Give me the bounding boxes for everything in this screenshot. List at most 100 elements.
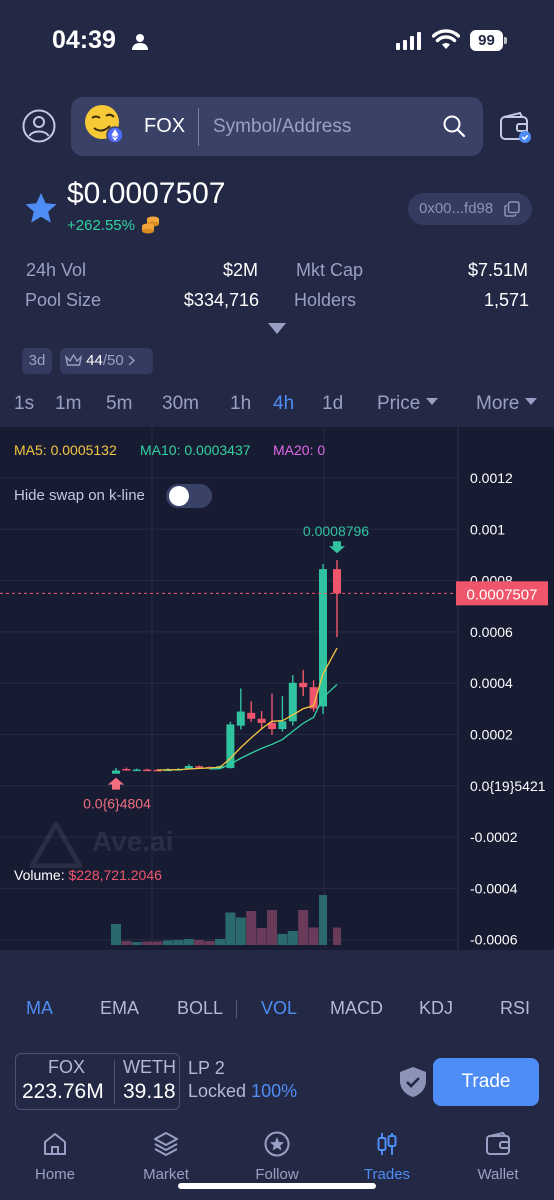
volume-bar (204, 941, 215, 945)
ma10-legend: MA10: 0.0003437 (140, 442, 251, 458)
indicator-ma[interactable]: MA (26, 998, 53, 1019)
candles-icon (377, 1133, 397, 1155)
volume-bar (333, 927, 341, 945)
wifi-icon (432, 29, 460, 49)
score-max: /50 (102, 352, 124, 369)
search-input[interactable] (213, 114, 433, 140)
token-avatar-icon[interactable] (84, 104, 124, 144)
timeframe-30m[interactable]: 30m (162, 393, 199, 415)
ave-logo-icon (30, 822, 82, 868)
volume-bar (256, 928, 267, 945)
price-change: +262.55% (67, 217, 135, 234)
score-chip[interactable]: 44/50 (60, 348, 153, 374)
price-dropdown[interactable]: Price (377, 393, 438, 415)
candle-body (236, 711, 245, 726)
y-tick-label: 0.0002 (470, 727, 513, 743)
tab-wallet-label: Wallet (477, 1166, 519, 1183)
timeframe-1s[interactable]: 1s (14, 393, 34, 415)
ma5-value: 0.0005132 (50, 442, 117, 458)
tab-home[interactable]: Home (5, 1130, 105, 1183)
volume-bar (215, 939, 225, 945)
current-price-label: 0.0007507 (467, 586, 538, 603)
volume-bar (194, 940, 205, 945)
hide-swap-toggle[interactable] (166, 484, 212, 508)
tab-wallet[interactable]: Wallet (448, 1130, 548, 1183)
volume-value: $228,721.2046 (68, 867, 162, 883)
volume-bar (235, 917, 246, 945)
volume-bar (225, 912, 236, 945)
token-symbol[interactable]: FOX (144, 115, 185, 138)
stat-holders-value: 1,571 (483, 290, 529, 310)
stat-vol-value: $2M (222, 260, 258, 280)
volume-bar (267, 910, 277, 945)
chevron-down-icon[interactable] (268, 323, 286, 335)
pool-amount-1: 223.76M (22, 1080, 104, 1103)
candle-body (299, 682, 308, 688)
more-dropdown[interactable]: More (476, 393, 537, 415)
volume-bar (246, 911, 257, 945)
low-arrow-icon (108, 777, 124, 790)
copy-icon[interactable] (504, 201, 520, 217)
candle-body (112, 770, 120, 774)
pool-symbol-1: FOX (48, 1057, 86, 1077)
candle-body (122, 769, 131, 771)
age-chip[interactable]: 3d (22, 348, 52, 374)
timeframe-1d[interactable]: 1d (322, 393, 343, 415)
indicator-kdj[interactable]: KDJ (419, 998, 453, 1019)
contract-address-button[interactable]: 0x00...fd98 (408, 193, 532, 225)
ma20-label: MA20: (273, 442, 314, 458)
caret-down-icon (425, 398, 438, 405)
stat-pool-value: $334,716 (183, 290, 259, 310)
tab-trades[interactable]: Trades (337, 1130, 437, 1183)
token-price: $0.0007507 (67, 177, 226, 210)
y-tick-label: 0.0006 (470, 624, 513, 640)
home-icon (44, 1133, 66, 1155)
high-label: 0.0008796 (303, 523, 369, 539)
volume-bar (319, 895, 327, 945)
coins-icon (142, 216, 159, 234)
indicator-macd[interactable]: MACD (330, 998, 383, 1019)
pool-reserves: FOX 223.76M WETH 39.18 (15, 1053, 180, 1110)
candle-body (132, 769, 141, 772)
status-time: 04:39 (52, 26, 116, 54)
ma20-legend: MA20: 0 (273, 442, 325, 458)
lp-locked-label: Locked (188, 1081, 247, 1101)
indicator-ema[interactable]: EMA (100, 998, 139, 1019)
contract-address: 0x00...fd98 (419, 200, 494, 217)
stat-mcap-value: $7.51M (467, 260, 528, 280)
timeframe-5m[interactable]: 5m (106, 393, 132, 415)
indicator-vol[interactable]: VOL (261, 998, 297, 1019)
ma5-line (157, 647, 338, 771)
timeframe-1h[interactable]: 1h (230, 393, 251, 415)
candle-body (257, 718, 266, 723)
volume-bar (173, 940, 184, 945)
indicator-boll[interactable]: BOLL (177, 998, 223, 1019)
indicator-rsi[interactable]: RSI (500, 998, 530, 1019)
battery-indicator: 99 (470, 30, 508, 51)
y-tick-label: 0.0004 (470, 675, 513, 691)
profile-icon[interactable] (22, 109, 56, 143)
candle-body (278, 721, 287, 730)
ma5-legend: MA5: 0.0005132 (14, 442, 117, 458)
timeframe-4h[interactable]: 4h (273, 393, 294, 415)
tab-follow-label: Follow (255, 1166, 299, 1183)
timeframe-1m[interactable]: 1m (55, 393, 81, 415)
shield-check-icon[interactable] (398, 1066, 428, 1098)
volume-bar (131, 942, 142, 945)
volume-bar (183, 939, 194, 945)
ma20-value: 0 (317, 442, 326, 458)
y-tick-label: 0.0012 (470, 470, 513, 486)
favorite-star-icon[interactable] (24, 192, 58, 224)
tab-market[interactable]: Market (116, 1130, 216, 1183)
signal-icon (396, 32, 421, 50)
lp-locked: Locked 100% (188, 1081, 297, 1102)
ma5-label: MA5: (14, 442, 47, 458)
tab-follow[interactable]: Follow (227, 1130, 327, 1183)
trade-button[interactable]: Trade (433, 1058, 539, 1106)
search-icon[interactable] (442, 114, 466, 138)
price-dropdown-label: Price (377, 393, 421, 414)
wallet-icon[interactable] (498, 110, 532, 144)
indicator-divider (236, 1000, 237, 1018)
more-dropdown-label: More (476, 393, 520, 414)
score-value: 44 (86, 352, 103, 369)
